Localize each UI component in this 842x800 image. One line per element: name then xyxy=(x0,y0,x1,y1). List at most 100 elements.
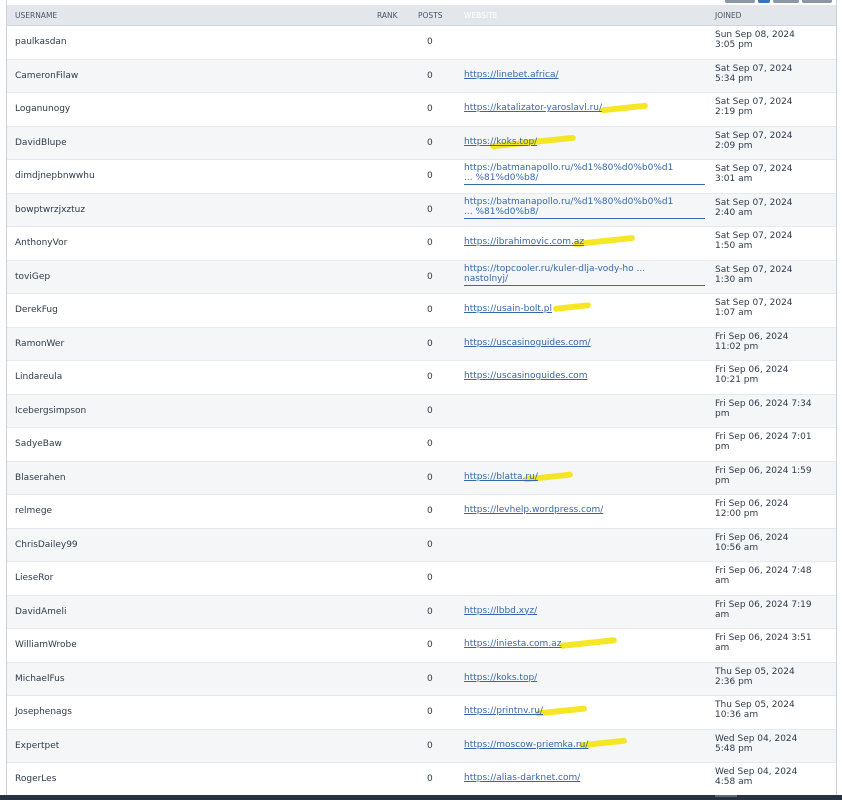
username-link[interactable]: AnthonyVor xyxy=(15,238,67,248)
table-row: SadyeBaw 0 Fri Sep 06, 2024 7:01 pm xyxy=(7,428,836,462)
joined-time-line: pm xyxy=(715,475,730,486)
joined-time-line: am xyxy=(715,576,730,586)
table-row: WilliamWrobe 0 https://iniesta.com.az Fr… xyxy=(7,629,836,663)
website-link[interactable]: https://levhelp.wordpress.com/ xyxy=(464,505,705,515)
website-link[interactable]: https://usain-bolt.pl xyxy=(464,304,705,314)
username-link[interactable]: dimdjnepbnwwhu xyxy=(15,171,95,181)
post-count: 0 xyxy=(427,539,433,550)
header-username[interactable]: USERNAME xyxy=(15,11,57,20)
joined-time-line: 10:21 pm xyxy=(715,375,759,385)
website-link[interactable]: https://alias-darknet.com/ xyxy=(464,773,705,783)
post-count: 0 xyxy=(427,405,433,416)
joined-time-line: 1:50 am xyxy=(715,241,753,251)
joined-date-line: Sat Sep 07, 2024 xyxy=(715,197,793,208)
post-count: 0 xyxy=(427,271,433,282)
post-count: 0 xyxy=(427,774,433,784)
table-row: Blaserahen 0 https://blatta.ru/ Fri Sep … xyxy=(7,461,836,495)
joined-time-line: 2:19 pm xyxy=(715,107,753,117)
post-count: 0 xyxy=(427,104,433,114)
username-link[interactable]: Josephenags xyxy=(15,707,72,717)
website-link[interactable]: https://lbbd.xyz/ xyxy=(464,606,705,616)
username-link[interactable]: Expertpet xyxy=(15,741,59,751)
table-row: RamonWer 0 https://uscasinoguides.com/ F… xyxy=(7,327,836,361)
username-link[interactable]: RogerLes xyxy=(15,774,56,784)
joined-date-line: Fri Sep 06, 2024 7:01 xyxy=(715,432,812,442)
website-link-line[interactable]: nastolnyj/ xyxy=(464,274,705,284)
website-link[interactable]: https://topcooler.ru/kuler-dlja-vody-ho … xyxy=(464,264,705,286)
website-link[interactable]: https://ibrahimovic.com.az xyxy=(464,237,705,247)
username-link[interactable]: toviGep xyxy=(15,272,50,282)
username-link[interactable]: DavidAmeli xyxy=(15,607,66,617)
username-link[interactable]: LieseRor xyxy=(15,573,53,583)
joined-time-line: am xyxy=(715,609,730,620)
username-link[interactable]: WilliamWrobe xyxy=(15,640,77,650)
joined-time-line: 3:01 am xyxy=(715,174,753,184)
website-link[interactable]: https://printnv.ru/ xyxy=(464,706,705,716)
table-row: AnthonyVor 0 https://ibrahimovic.com.az … xyxy=(7,227,836,261)
joined-date-line: Sat Sep 07, 2024 xyxy=(715,264,793,275)
post-count: 0 xyxy=(427,70,433,81)
website-link-line[interactable]: https://batmanapollo.ru/%d1%80%d0%b0%d1 xyxy=(464,197,705,207)
pagination-controls[interactable] xyxy=(725,0,832,4)
website-link-line[interactable]: https://batmanapollo.ru/%d1%80%d0%b0%d1 xyxy=(464,163,705,173)
joined-date: Fri Sep 06, 2024 7:19 am xyxy=(715,600,831,620)
header-joined[interactable]: JOINED xyxy=(715,11,741,20)
website-link[interactable]: https://katalizator-yaroslavl.ru/ xyxy=(464,103,705,113)
joined-date: Fri Sep 06, 2024 10:56 am xyxy=(715,533,831,553)
website-link[interactable]: https://iniesta.com.az xyxy=(464,639,705,649)
joined-time-line: 10:56 am xyxy=(715,542,759,553)
website-link[interactable]: https://uscasinoguides.com xyxy=(464,371,705,381)
website-link-line[interactable]: ... %81%d0%b8/ xyxy=(464,173,705,183)
post-count: 0 xyxy=(427,640,433,650)
joined-date: Sat Sep 07, 2024 1:50 am xyxy=(715,231,831,251)
memberlist-panel: USERNAME RANK POSTS WEBSITE JOINED paulk… xyxy=(6,0,837,795)
website-link[interactable]: https://uscasinoguides.com/ xyxy=(464,338,705,348)
table-row: Josephenags 0 https://printnv.ru/ Thu Se… xyxy=(7,696,836,730)
joined-date: Fri Sep 06, 2024 7:01 pm xyxy=(715,432,831,452)
website-link[interactable]: https://koks.top/ xyxy=(464,137,705,147)
username-link[interactable]: Icebergsimpson xyxy=(15,406,86,416)
username-link[interactable]: bowptwrzjxztuz xyxy=(15,205,85,215)
table-row: ChrisDailey99 0 Fri Sep 06, 2024 10:56 am xyxy=(7,528,836,562)
joined-date: Fri Sep 06, 2024 7:34 pm xyxy=(715,399,831,419)
joined-date-line: Wed Sep 04, 2024 xyxy=(715,733,798,744)
joined-date: Sat Sep 07, 2024 3:01 am xyxy=(715,164,831,184)
username-link[interactable]: DerekFug xyxy=(15,305,58,315)
username-link[interactable]: RamonWer xyxy=(15,339,64,349)
joined-date-line: Thu Sep 05, 2024 xyxy=(715,700,795,710)
username-link[interactable]: ChrisDailey99 xyxy=(15,540,78,550)
header-website[interactable]: WEBSITE xyxy=(464,11,497,20)
joined-date-line: Fri Sep 06, 2024 xyxy=(715,499,789,509)
username-link[interactable]: paulkasdan xyxy=(15,37,67,47)
username-link[interactable]: Blaserahen xyxy=(15,473,66,483)
joined-date-line: Fri Sep 06, 2024 1:59 xyxy=(715,465,812,476)
username-link[interactable]: Lindareula xyxy=(15,372,62,382)
post-count: 0 xyxy=(427,439,433,449)
joined-date: Sat Sep 07, 2024 2:19 pm xyxy=(715,97,831,117)
table-header: USERNAME RANK POSTS WEBSITE JOINED xyxy=(7,5,836,26)
header-rank[interactable]: RANK xyxy=(377,11,398,20)
joined-date-line: Fri Sep 06, 2024 3:51 xyxy=(715,633,812,643)
joined-time-line: 2:36 pm xyxy=(715,676,753,687)
joined-date-line: Sat Sep 07, 2024 xyxy=(715,164,793,174)
website-link[interactable]: https://koks.top/ xyxy=(464,673,705,683)
website-link[interactable]: https://moscow-priemka.ru/ xyxy=(464,740,705,750)
username-link[interactable]: SadyeBaw xyxy=(15,439,62,449)
website-link-line[interactable]: ... %81%d0%b8/ xyxy=(464,207,705,217)
username-link[interactable]: relmege xyxy=(15,506,52,516)
username-link[interactable]: DavidBlupe xyxy=(15,138,67,148)
username-link[interactable]: Loganunogy xyxy=(15,104,70,114)
username-link[interactable]: CameronFilaw xyxy=(15,71,78,81)
post-count: 0 xyxy=(427,707,433,717)
joined-date-line: Thu Sep 05, 2024 xyxy=(715,666,795,677)
website-link[interactable]: https://batmanapollo.ru/%d1%80%d0%b0%d1.… xyxy=(464,163,705,185)
username-link[interactable]: MichaelFus xyxy=(15,674,65,684)
table-row: relmege 0 https://levhelp.wordpress.com/… xyxy=(7,495,836,529)
header-posts[interactable]: POSTS xyxy=(418,11,443,20)
joined-date: Fri Sep 06, 2024 12:00 pm xyxy=(715,499,831,519)
website-link[interactable]: https://linebet.africa/ xyxy=(464,70,705,80)
joined-date: Fri Sep 06, 2024 7:48 am xyxy=(715,566,831,586)
website-link[interactable]: https://batmanapollo.ru/%d1%80%d0%b0%d1.… xyxy=(464,197,705,219)
website-link-line[interactable]: https://topcooler.ru/kuler-dlja-vody-ho … xyxy=(464,264,705,274)
website-link[interactable]: https://blatta.ru/ xyxy=(464,472,705,482)
